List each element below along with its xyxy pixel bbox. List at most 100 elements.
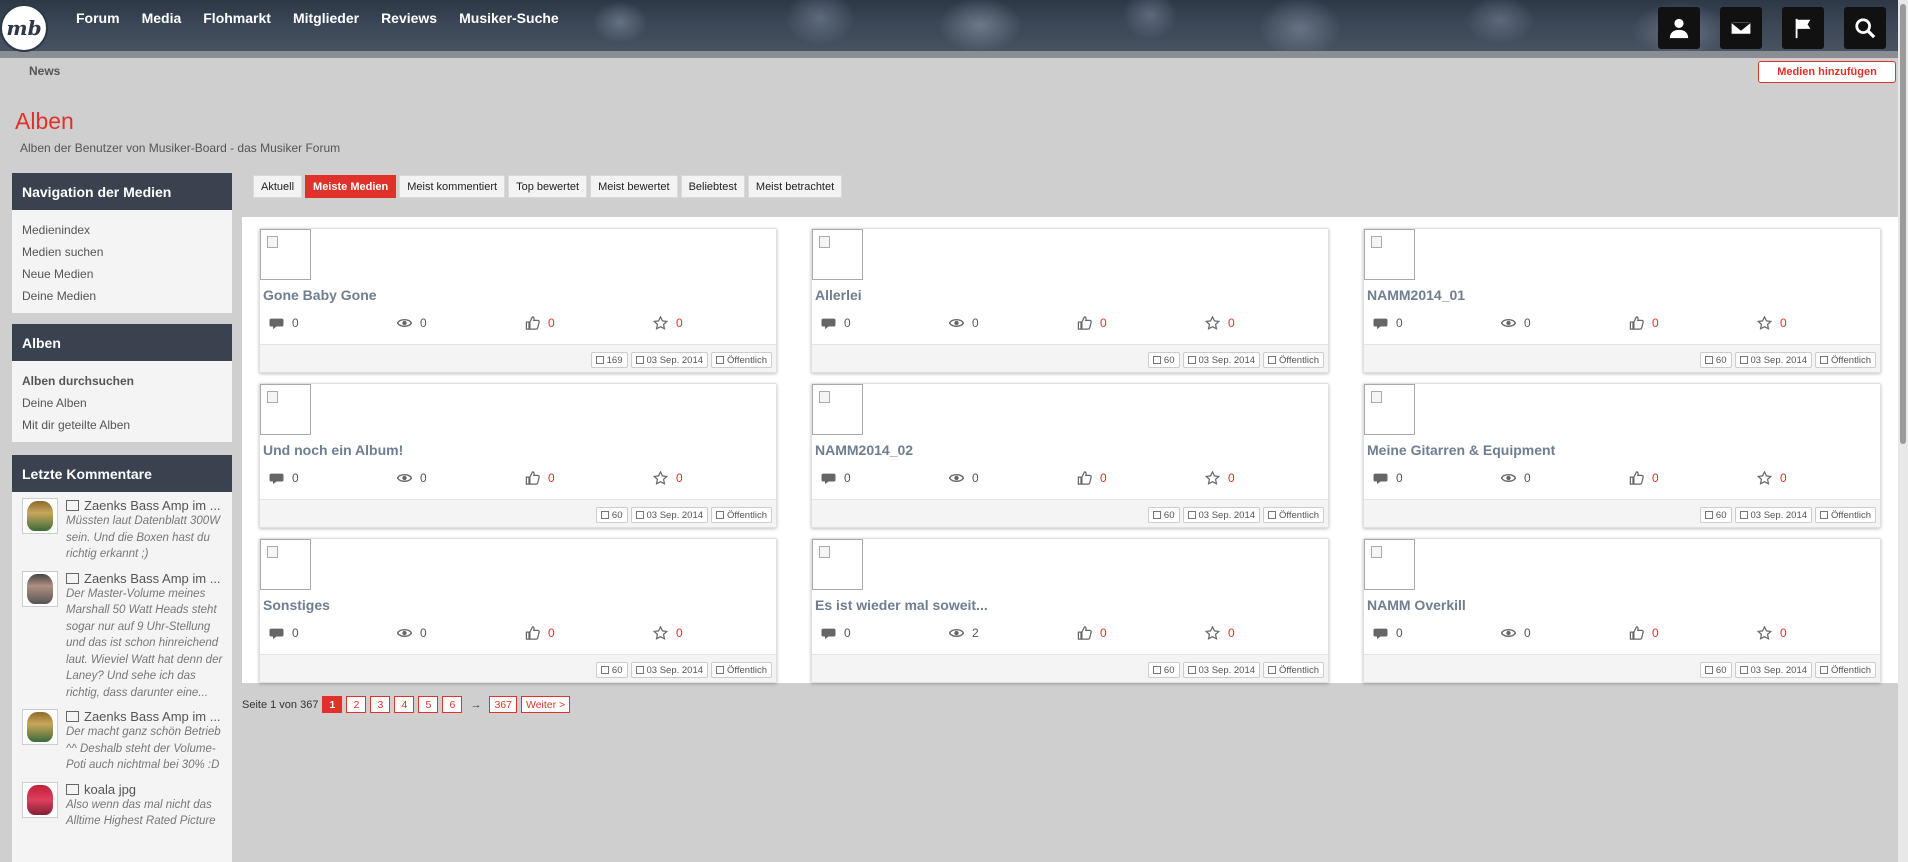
album-card[interactable]: NAMM2014_02 0 0 0 0 60 03 Sep. 2014 Öffentlich	[811, 383, 1329, 528]
page-description: Alben der Benutzer von Musiker-Board - d…	[20, 141, 341, 155]
nav-forum[interactable]: Forum	[76, 10, 120, 26]
avatar[interactable]	[22, 709, 58, 745]
album-card[interactable]: NAMM Overkill 0 0 0 0 60 03 Sep. 2014 Öffentlic…	[1363, 538, 1881, 683]
tab-meist-kommentiert[interactable]: Meist kommentiert	[399, 175, 506, 198]
mail-icon	[1730, 20, 1752, 36]
visibility-badge: Öffentlich	[1815, 662, 1876, 678]
tab-beliebtest[interactable]: Beliebtest	[680, 175, 745, 198]
date-badge: 03 Sep. 2014	[630, 352, 709, 368]
breadcrumb[interactable]: News	[29, 64, 60, 78]
sidebar-link-deine-alben[interactable]: Deine Alben	[22, 392, 222, 414]
date-badge: 03 Sep. 2014	[1734, 352, 1813, 368]
album-thumbnail[interactable]	[812, 229, 863, 280]
album-title[interactable]: Und noch ein Album!	[263, 442, 403, 458]
page-link-6[interactable]: 6	[442, 696, 463, 713]
comments-icon	[821, 628, 836, 640]
rating-count: 0	[1757, 316, 1787, 330]
album-card[interactable]: Und noch ein Album! 0 0 0 0 60 03 Sep. 2014 Öff…	[259, 383, 777, 528]
avatar[interactable]	[22, 781, 58, 818]
nav-musiker-suche[interactable]: Musiker-Suche	[459, 10, 559, 26]
page-link-4[interactable]: 4	[394, 696, 415, 713]
nav-reviews[interactable]: Reviews	[381, 10, 437, 26]
view-count: 0	[949, 316, 979, 330]
sidebar-link-geteilte-alben[interactable]: Mit dir geteilte Alben	[22, 414, 222, 436]
page-link-1[interactable]: 1	[322, 696, 343, 713]
album-title[interactable]: Meine Gitarren & Equipment	[1367, 442, 1555, 458]
comment-item[interactable]: Zaenks Bass Amp im ... Müssten laut Date…	[12, 494, 232, 567]
album-card[interactable]: Sonstiges 0 0 0 0 60 03 Sep. 2014 Öffentlich	[259, 538, 777, 683]
comments-icon	[269, 318, 284, 330]
like-count: 0	[1629, 316, 1659, 330]
tab-meiste-medien[interactable]: Meiste Medien	[305, 175, 397, 198]
album-thumbnail[interactable]	[812, 539, 863, 590]
album-thumbnail[interactable]	[260, 229, 311, 280]
comment-title[interactable]: Zaenks Bass Amp im ...	[84, 709, 221, 724]
album-thumbnail[interactable]	[812, 384, 863, 435]
album-stats: 0 0 0 0	[269, 471, 769, 487]
album-card[interactable]: NAMM2014_01 0 0 0 0 60 03 Sep. 2014 Öffentlich	[1363, 228, 1881, 373]
tab-meist-betrachtet[interactable]: Meist betrachtet	[747, 175, 843, 198]
album-title[interactable]: Gone Baby Gone	[263, 287, 377, 303]
messages-button[interactable]	[1720, 7, 1762, 49]
comment-item[interactable]: Zaenks Bass Amp im ... Der Master-Volume…	[12, 567, 232, 706]
album-card[interactable]: Gone Baby Gone 0 0 0 0 169 03 Sep. 2014 Öffentl…	[259, 228, 777, 373]
sidebar-link-medien-suchen[interactable]: Medien suchen	[22, 241, 222, 263]
album-title[interactable]: Es ist wieder mal soweit...	[815, 597, 988, 613]
album-card[interactable]: Meine Gitarren & Equipment 0 0 0 0 60 03 Sep. …	[1363, 383, 1881, 528]
add-media-button[interactable]: Medien hinzufügen	[1758, 61, 1896, 83]
album-title[interactable]: NAMM Overkill	[1367, 597, 1466, 613]
eye-icon	[397, 474, 412, 482]
album-title[interactable]: Sonstiges	[263, 597, 330, 613]
album-card[interactable]: Es ist wieder mal soweit... 0 2 0 0 60 03 Sep.…	[811, 538, 1329, 683]
page-link-3[interactable]: 3	[370, 696, 391, 713]
image-icon	[66, 500, 79, 511]
comment-title[interactable]: koala jpg	[84, 782, 136, 797]
scrollbar-thumb[interactable]	[1900, 4, 1906, 444]
sidebar-link-alben-durchsuchen[interactable]: Alben durchsuchen	[22, 370, 222, 392]
album-stats: 0 0 0 0	[1373, 626, 1873, 642]
page-link-2[interactable]: 2	[346, 696, 367, 713]
page-link-5[interactable]: 5	[418, 696, 439, 713]
tab-aktuell[interactable]: Aktuell	[253, 175, 303, 198]
pagination: Seite 1 von 367 1 2 3 4 5 6 → 367 Weiter…	[242, 696, 571, 713]
album-thumbnail[interactable]	[1364, 539, 1415, 590]
album-title[interactable]: NAMM2014_01	[1367, 287, 1465, 303]
album-thumbnail[interactable]	[1364, 384, 1415, 435]
avatar[interactable]	[22, 570, 58, 607]
user-button[interactable]	[1658, 7, 1700, 49]
thumbs-up-icon	[1629, 626, 1644, 640]
album-title[interactable]: Allerlei	[815, 287, 862, 303]
album-thumbnail[interactable]	[1364, 229, 1415, 280]
nav-flohmarkt[interactable]: Flohmarkt	[203, 10, 271, 26]
nav-media[interactable]: Media	[142, 10, 182, 26]
album-thumbnail[interactable]	[260, 384, 311, 435]
comment-item[interactable]: Zaenks Bass Amp im ... Der macht ganz sc…	[12, 705, 232, 778]
comment-title[interactable]: Zaenks Bass Amp im ...	[84, 498, 221, 513]
sidebar-link-neue-medien[interactable]: Neue Medien	[22, 263, 222, 285]
album-thumbnail[interactable]	[260, 539, 311, 590]
avatar[interactable]	[22, 498, 58, 534]
alerts-button[interactable]	[1782, 7, 1824, 49]
album-stats: 0 0 0 0	[269, 316, 769, 332]
broken-image-icon	[1371, 546, 1382, 558]
site-logo[interactable]: mb	[0, 4, 48, 52]
page-title: Alben	[15, 108, 74, 134]
tab-top-bewertet[interactable]: Top bewertet	[508, 175, 588, 198]
tab-meist-bewertet[interactable]: Meist bewertet	[590, 175, 678, 198]
page-link-last[interactable]: 367	[489, 696, 517, 713]
search-button[interactable]	[1844, 7, 1886, 49]
comment-item[interactable]: koala jpg Also wenn das mal nicht das Al…	[12, 778, 232, 834]
date-badge: 03 Sep. 2014	[630, 507, 709, 523]
grid-icon	[595, 356, 604, 364]
sidebar-link-deine-medien[interactable]: Deine Medien	[22, 285, 222, 307]
sidebar-link-medienindex[interactable]: Medienindex	[22, 219, 222, 241]
comment-title[interactable]: Zaenks Bass Amp im ...	[84, 571, 221, 586]
album-title[interactable]: NAMM2014_02	[815, 442, 913, 458]
album-footer: 60 03 Sep. 2014 Öffentlich	[812, 499, 1328, 527]
nav-mitglieder[interactable]: Mitglieder	[293, 10, 359, 26]
main-nav: Forum Media Flohmarkt Mitglieder Reviews…	[76, 10, 581, 26]
sidebar-heading: Navigation der Medien	[12, 173, 232, 210]
album-card[interactable]: Allerlei 0 0 0 0 60 03 Sep. 2014 Öffentlich	[811, 228, 1329, 373]
next-page-button[interactable]: Weiter >	[520, 696, 571, 713]
page-scrollbar[interactable]	[1898, 0, 1908, 862]
